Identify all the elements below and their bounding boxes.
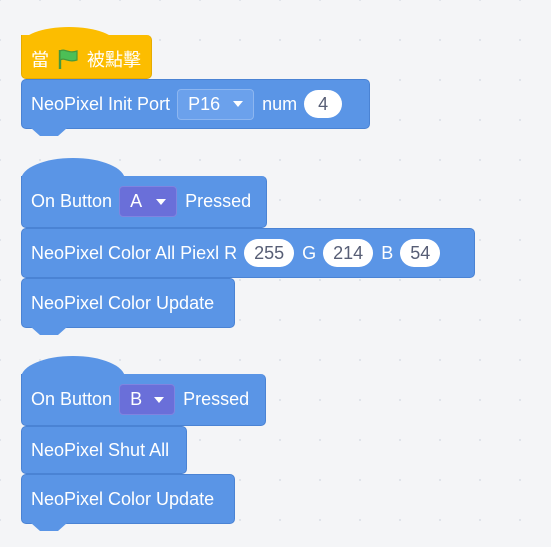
on-button-a-hat[interactable]: On Button A Pressed [21, 176, 267, 228]
b-label: B [381, 242, 394, 263]
neopixel-color-update-block-2[interactable]: NeoPixel Color Update [21, 474, 235, 524]
on-button-a-suffix: Pressed [185, 191, 252, 211]
button-a-dropdown-value: A [130, 191, 143, 211]
block-tab [31, 128, 67, 136]
neopixel-color-update-block[interactable]: NeoPixel Color Update [21, 278, 235, 328]
update-label-2: NeoPixel Color Update [31, 488, 215, 509]
color-all-label: NeoPixel Color All Piexl R [31, 242, 238, 263]
hat-suffix-label: 被點擊 [87, 49, 141, 70]
chevron-down-icon [233, 101, 244, 107]
neopixel-init-block[interactable]: NeoPixel Init Port P16 num 4 [21, 79, 370, 129]
b-value-input[interactable]: 54 [400, 239, 441, 267]
neopixel-shut-all-block[interactable]: NeoPixel Shut All [21, 426, 187, 474]
button-a-dropdown[interactable]: A [119, 186, 178, 217]
on-button-a-prefix: On Button [31, 191, 113, 211]
block-tab [31, 523, 67, 531]
button-b-dropdown[interactable]: B [119, 384, 176, 415]
on-button-b-hat[interactable]: On Button B Pressed [21, 374, 266, 426]
on-button-b-suffix: Pressed [183, 389, 250, 409]
shut-all-label: NeoPixel Shut All [31, 439, 170, 460]
num-input[interactable]: 4 [304, 90, 343, 118]
r-value-input[interactable]: 255 [244, 239, 295, 267]
chevron-down-icon [154, 396, 165, 403]
g-label: G [302, 242, 317, 263]
update-label: NeoPixel Color Update [31, 292, 215, 313]
on-button-b-prefix: On Button [31, 389, 113, 409]
button-b-dropdown-value: B [130, 389, 143, 409]
chevron-down-icon [156, 198, 167, 205]
hat-prefix-label: 當 [31, 49, 49, 70]
g-value-input[interactable]: 214 [323, 239, 374, 267]
green-flag-icon [56, 48, 80, 70]
block-tab [31, 327, 67, 335]
neopixel-color-all-block[interactable]: NeoPixel Color All Piexl R 255 G 214 B 5… [21, 228, 475, 278]
init-label: NeoPixel Init Port [31, 93, 171, 114]
num-label: num [262, 93, 298, 114]
when-flag-clicked-block[interactable]: 當 被點擊 [21, 35, 152, 79]
port-dropdown-value: P16 [188, 93, 221, 114]
port-dropdown[interactable]: P16 [177, 88, 255, 120]
